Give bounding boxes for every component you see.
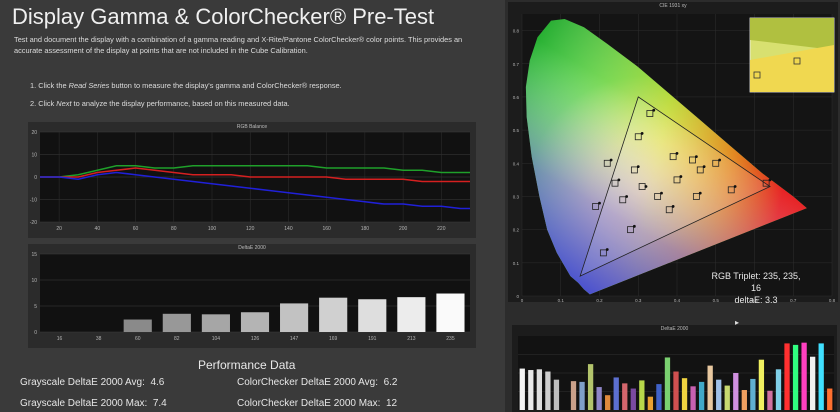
cc-deltae-bar: [767, 390, 773, 410]
cc-deltae-bar: [596, 387, 602, 410]
cc-deltae-bar: [630, 388, 636, 410]
cc-deltae-bar: [528, 370, 534, 410]
cc-deltae-bar: [827, 388, 833, 410]
cc-deltae-bar: [758, 359, 765, 410]
cc-deltae-bar: [673, 371, 679, 410]
cc-deltae-bar: [639, 380, 645, 410]
cc-deltae-bar: [750, 378, 756, 410]
cc-deltae-bar: [741, 390, 747, 410]
cc-deltae-bar: [587, 364, 594, 410]
cc-deltae-bar: [656, 384, 662, 410]
cc-deltae-bar: [622, 383, 628, 410]
cc-deltae-bar: [579, 381, 585, 410]
cc-deltae-bar: [801, 342, 807, 410]
cc-deltae-bar: [681, 378, 688, 410]
cc-deltae-bar: [605, 395, 611, 410]
cc-deltae-bar: [716, 379, 722, 410]
cc-deltae-bar: [647, 396, 654, 410]
cc-deltae-bar: [553, 379, 560, 410]
cc-deltae-bar: [664, 357, 671, 410]
cc-deltae-bar: [536, 369, 542, 410]
cc-deltae-bar: [784, 343, 790, 410]
cc-deltae-bar: [690, 386, 696, 410]
cc-deltae-bar: [545, 371, 551, 410]
cc-deltae-bar: [519, 368, 525, 410]
cc-deltae-bar: [570, 381, 577, 410]
colorchecker-deltae-chart: [518, 336, 834, 410]
cc-deltae-bar: [818, 343, 824, 410]
cc-deltae-bar: [724, 385, 730, 410]
cc-deltae-bar: [698, 381, 705, 410]
cc-deltae-bar: [775, 369, 782, 410]
cc-deltae-bar: [810, 356, 816, 410]
cc-deltae-bar: [707, 365, 713, 410]
cc-deltae-bar: [733, 373, 739, 410]
cc-deltae-bar: [792, 344, 799, 410]
cc-deltae-bar: [613, 377, 619, 410]
